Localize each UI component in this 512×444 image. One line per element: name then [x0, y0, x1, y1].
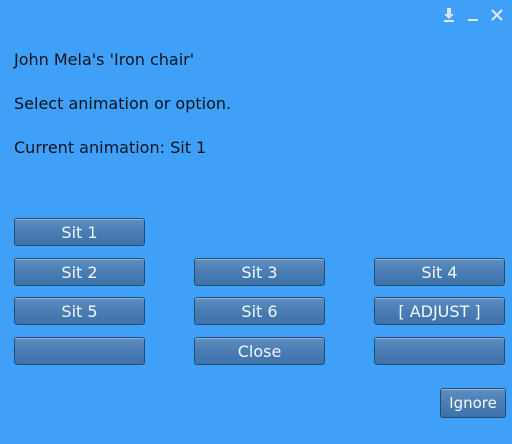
script-dialog: John Mela's 'Iron chair' Select animatio… [0, 0, 512, 444]
sit-6-button[interactable]: Sit 6 [194, 297, 325, 325]
current-animation-text: Current animation: Sit 1 [14, 138, 207, 157]
adjust-button[interactable]: [ ADJUST ] [374, 297, 505, 325]
sit-1-button[interactable]: Sit 1 [14, 218, 145, 246]
blank-button-left[interactable] [14, 337, 145, 365]
minimize-icon[interactable] [466, 8, 480, 22]
dock-icon[interactable] [442, 8, 456, 22]
sit-3-button[interactable]: Sit 3 [194, 258, 325, 286]
object-owner-text: John Mela's 'Iron chair' [14, 50, 195, 69]
ignore-button[interactable]: Ignore [440, 388, 506, 418]
close-button[interactable]: Close [194, 337, 325, 365]
close-icon[interactable] [490, 8, 504, 22]
sit-4-button[interactable]: Sit 4 [374, 258, 505, 286]
window-controls [442, 8, 504, 22]
sit-2-button[interactable]: Sit 2 [14, 258, 145, 286]
sit-5-button[interactable]: Sit 5 [14, 297, 145, 325]
prompt-text: Select animation or option. [14, 94, 232, 113]
blank-button-right[interactable] [374, 337, 505, 365]
